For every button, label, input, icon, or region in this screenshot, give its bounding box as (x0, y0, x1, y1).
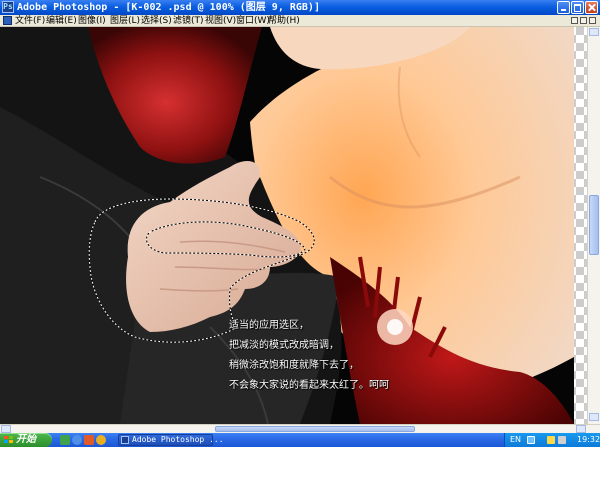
taskbar-item-label: Adobe Photoshop ... (132, 435, 224, 444)
horizontal-scroll-thumb[interactable] (215, 426, 415, 432)
document-icon[interactable] (3, 16, 12, 25)
vertical-scrollbar[interactable] (587, 27, 600, 424)
menu-edit[interactable]: 编辑(E) (46, 15, 77, 27)
photoshop-app-icon[interactable]: Ps (2, 1, 14, 13)
title-bar: Ps Adobe Photoshop - [K-002 .psd @ 100% … (0, 0, 600, 15)
scroll-up-arrow[interactable] (589, 28, 599, 36)
start-label: 开始 (16, 434, 36, 445)
menu-filter[interactable]: 滤镜(T) (173, 15, 204, 27)
document-minimize-button[interactable] (571, 17, 578, 24)
vertical-scroll-thumb[interactable] (589, 195, 599, 255)
menu-select[interactable]: 选择(S) (141, 15, 172, 27)
horizontal-scrollbar[interactable] (0, 424, 600, 433)
system-tray: EN 19:32 (504, 433, 600, 447)
language-indicator[interactable]: EN (510, 433, 521, 447)
maximize-button[interactable] (571, 1, 584, 14)
taskbar: 开始 Adobe Photoshop ... EN 19:32 (0, 433, 600, 447)
quicklaunch-browser-icon[interactable] (72, 435, 82, 445)
annotation-text: 适当的应用选区， 把减淡的模式改成暗调， 稍微涂改饱和度就降下去了， 不会象大家… (0, 27, 600, 424)
close-button[interactable] (585, 1, 598, 14)
document-canvas[interactable]: 适当的应用选区， 把减淡的模式改成暗调， 稍微涂改饱和度就降下去了， 不会象大家… (0, 27, 600, 424)
annotation-line-3: 稍微涂改饱和度就降下去了， (229, 360, 359, 371)
document-close-button[interactable] (589, 17, 596, 24)
document-restore-button[interactable] (580, 17, 587, 24)
quicklaunch-media-icon[interactable] (84, 435, 94, 445)
scroll-left-arrow[interactable] (1, 425, 11, 433)
menu-bar: 文件(F) 编辑(E) 图像(I) 图层(L) 选择(S) 滤镜(T) 视图(V… (0, 15, 600, 27)
window-title: Adobe Photoshop - [K-002 .psd @ 100% (图层… (17, 2, 320, 13)
taskbar-item-photoshop[interactable]: Adobe Photoshop ... (118, 434, 224, 446)
menu-image[interactable]: 图像(I) (78, 15, 106, 27)
menu-view[interactable]: 视图(V) (205, 15, 236, 27)
menu-window[interactable]: 窗口(W) (236, 15, 270, 27)
annotation-line-1: 适当的应用选区， (229, 320, 309, 331)
page-margin (0, 447, 600, 477)
quicklaunch-app-icon[interactable] (96, 435, 106, 445)
photoshop-icon (121, 436, 129, 444)
clock: 19:32 (577, 435, 600, 444)
scroll-right-arrow[interactable] (576, 425, 586, 433)
quicklaunch-desktop-icon[interactable] (60, 435, 70, 445)
start-button[interactable]: 开始 (0, 433, 52, 447)
windows-flag-icon (4, 436, 13, 444)
minimize-button[interactable] (557, 1, 570, 14)
menu-layer[interactable]: 图层(L) (110, 15, 140, 27)
network-icon[interactable] (547, 436, 555, 444)
volume-icon[interactable] (558, 436, 566, 444)
annotation-line-2: 把减淡的模式改成暗调， (229, 340, 339, 351)
menu-help[interactable]: 帮助(H) (268, 15, 300, 27)
menu-file[interactable]: 文件(F) (15, 15, 45, 27)
scroll-down-arrow[interactable] (589, 413, 599, 421)
help-icon[interactable] (527, 436, 535, 444)
annotation-line-4: 不会象大家说的看起来太红了。呵呵 (229, 380, 389, 391)
